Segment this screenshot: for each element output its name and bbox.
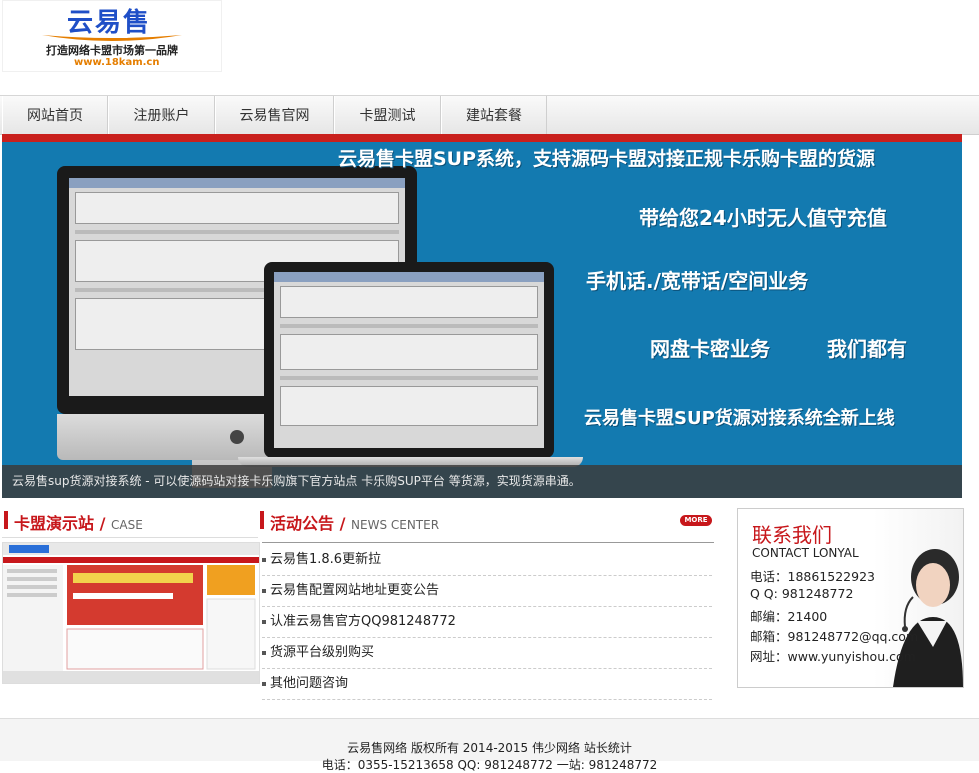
- nav-item-home[interactable]: 网站首页: [2, 96, 108, 134]
- banner-line1: 带给您24小时无人值守充值: [639, 206, 887, 230]
- contact-title: 联系我们: [752, 523, 832, 547]
- footer-contact-line: 电话：0355-15213658 QQ: 981248772 一站: 98124…: [321, 758, 658, 772]
- footer-copyright: 云易售网络 版权所有 2014-2015 伟少网络 站长统计: [347, 741, 632, 755]
- banner-headline: 云易售卡盟SUP系统，支持源码卡盟对接正规卡乐购卡盟的货源: [338, 148, 876, 170]
- bullet-icon: [262, 681, 266, 686]
- case-title-slash: /: [99, 514, 106, 533]
- nav-item-test[interactable]: 卡盟测试: [334, 96, 441, 134]
- contact-qq: Q Q: 981248772: [750, 586, 854, 601]
- hero-banner[interactable]: 云易售卡盟SUP系统，支持源码卡盟对接正规卡乐购卡盟的货源 带给您24小时无人值…: [2, 134, 962, 498]
- news-item-title: 其他问题咨询: [270, 676, 349, 691]
- logo-url: www.18kam.cn: [74, 57, 160, 68]
- news-title-text: 活动公告: [270, 514, 335, 533]
- bullet-icon: [262, 619, 266, 624]
- news-item[interactable]: 认准云易售官方QQ981248772: [262, 607, 712, 638]
- news-item[interactable]: 云易售配置网站地址更变公告: [262, 576, 712, 607]
- news-item-title: 认准云易售官方QQ981248772: [270, 614, 456, 629]
- news-title-slash: /: [339, 514, 346, 533]
- banner-line2: 手机话./宽带话/空间业务: [586, 269, 809, 293]
- case-title-text: 卡盟演示站: [14, 514, 95, 533]
- bullet-icon: [262, 557, 266, 562]
- news-section-title: 活动公告 / NEWS CENTER: [270, 510, 439, 534]
- news-more-button[interactable]: MORE: [680, 515, 712, 526]
- news-subtitle: NEWS CENTER: [351, 518, 440, 532]
- macbook-illustration: [264, 262, 554, 458]
- banner-line4: 云易售卡盟SUP货源对接系统全新上线: [584, 408, 895, 429]
- logo-tagline: 打造网络卡盟市场第一品牌: [46, 44, 178, 57]
- banner-line3a: 网盘卡密业务: [650, 337, 770, 361]
- nav-item-register[interactable]: 注册账户: [108, 96, 215, 134]
- case-divider: [2, 537, 258, 538]
- case-subtitle: CASE: [111, 518, 143, 532]
- banner-line3b: 我们都有: [827, 337, 907, 361]
- news-item[interactable]: 云易售1.8.6更新拉: [262, 545, 712, 576]
- contact-email[interactable]: 邮箱：981248772@qq.com: [750, 626, 918, 645]
- banner-stripe: [2, 134, 962, 142]
- news-section-marker: [260, 511, 264, 529]
- bullet-icon: [262, 650, 266, 655]
- contact-website[interactable]: 网址：www.yunyishou.com: [750, 646, 916, 665]
- contact-box: 联系我们 CONTACT LONYAL 电话：18861522923 Q Q: …: [737, 508, 964, 688]
- news-item[interactable]: 货源平台级别购买: [262, 638, 712, 669]
- case-demo-thumbnail[interactable]: [2, 542, 260, 684]
- contact-subtitle: CONTACT LONYAL: [752, 546, 859, 560]
- bullet-icon: [262, 588, 266, 593]
- contact-phone: 电话：18861522923: [750, 569, 875, 584]
- banner-caption: 云易售sup货源对接系统 - 可以使源码站对接卡乐购旗下官方站点 卡乐购SUP平…: [2, 465, 962, 498]
- news-divider: [262, 542, 714, 543]
- main-nav: 网站首页 注册账户 云易售官网 卡盟测试 建站套餐: [0, 95, 979, 135]
- nav-item-official-site[interactable]: 云易售官网: [215, 96, 334, 134]
- case-section-marker: [4, 511, 8, 529]
- nav-item-packages[interactable]: 建站套餐: [441, 96, 547, 134]
- contact-postcode: 邮编：21400: [750, 609, 828, 624]
- news-item-title: 云易售配置网站地址更变公告: [270, 583, 440, 598]
- footer: 云易售网络 版权所有 2014-2015 伟少网络 站长统计 电话：0355-1…: [0, 718, 979, 772]
- demo-site-screenshot-icon: [3, 543, 259, 683]
- news-item[interactable]: 其他问题咨询: [262, 669, 712, 700]
- site-logo[interactable]: 云易售 打造网络卡盟市场第一品牌 www.18kam.cn: [2, 0, 222, 72]
- news-item-title: 货源平台级别购买: [270, 645, 375, 660]
- news-item-title: 云易售1.8.6更新拉: [270, 552, 382, 567]
- case-section-title: 卡盟演示站 / CASE: [14, 510, 143, 534]
